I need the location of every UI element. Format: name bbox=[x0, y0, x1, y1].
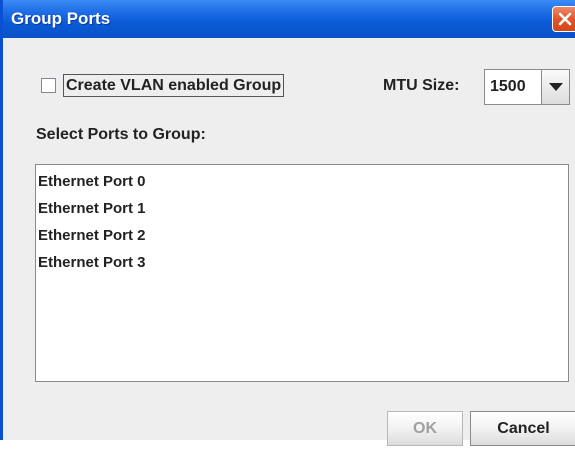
list-item-port-0[interactable]: Ethernet Port 0 bbox=[38, 173, 146, 190]
close-button[interactable] bbox=[552, 6, 575, 32]
list-item-port-3[interactable]: Ethernet Port 3 bbox=[38, 254, 146, 271]
title-bar[interactable]: Group Ports bbox=[3, 0, 575, 38]
group-ports-dialog: Group Ports Create VLAN enabled Group MT… bbox=[0, 0, 575, 446]
vlan-checkbox-label[interactable]: Create VLAN enabled Group bbox=[63, 74, 285, 97]
dialog-title: Group Ports bbox=[11, 9, 111, 28]
list-item-port-2[interactable]: Ethernet Port 2 bbox=[38, 227, 146, 244]
close-icon bbox=[558, 12, 572, 26]
mtu-dropdown-button[interactable] bbox=[541, 70, 569, 104]
select-ports-label: Select Ports to Group: bbox=[36, 126, 206, 143]
vlan-checkbox[interactable] bbox=[41, 78, 56, 93]
mtu-size-value: 1500 bbox=[490, 78, 526, 95]
ports-list[interactable]: Ethernet Port 0 Ethernet Port 1 Ethernet… bbox=[35, 164, 569, 382]
mtu-size-select[interactable]: 1500 bbox=[484, 69, 570, 105]
cancel-button[interactable]: Cancel bbox=[470, 411, 575, 446]
chevron-down-icon bbox=[549, 83, 563, 91]
list-item-port-1[interactable]: Ethernet Port 1 bbox=[38, 200, 146, 217]
ok-button[interactable]: OK bbox=[387, 411, 463, 446]
mtu-size-label: MTU Size: bbox=[383, 77, 460, 94]
